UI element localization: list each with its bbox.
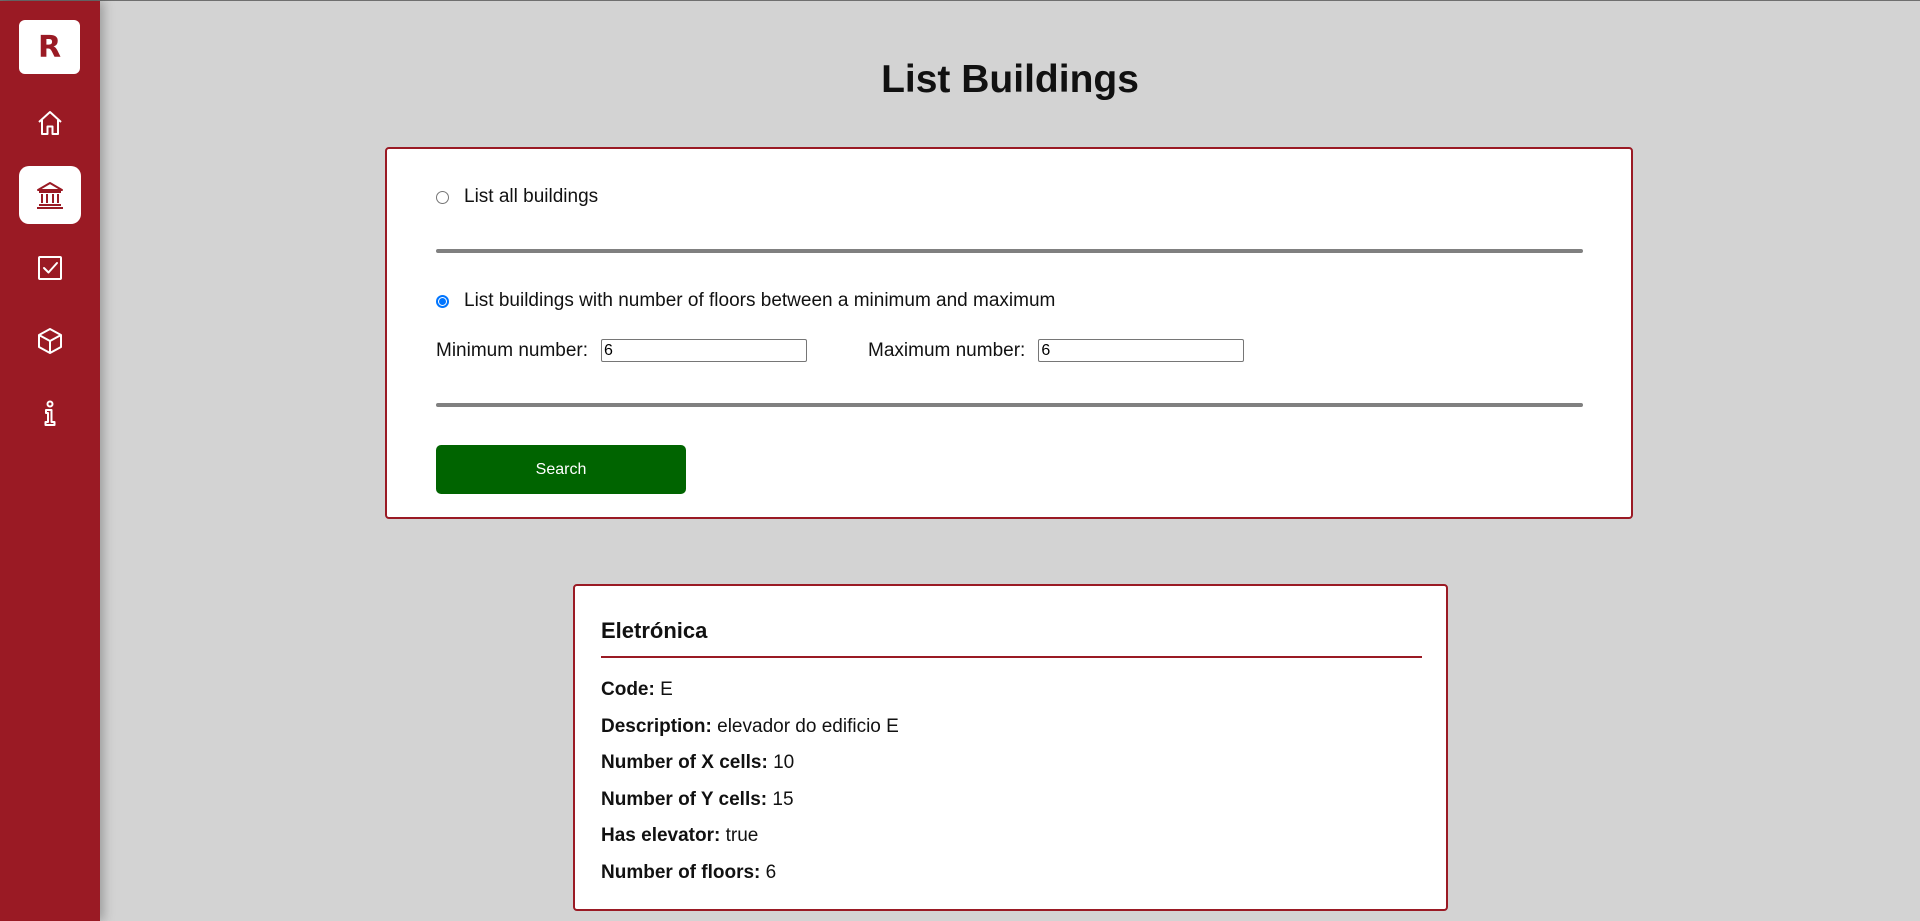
detail-code-value: E [660,679,673,700]
sidebar-item-info[interactable] [19,384,81,442]
detail-y-cells-label: Number of Y cells: [601,789,768,810]
option-list-range-label: List buildings with number of floors bet… [464,290,1056,311]
min-floors-label: Minimum number: [436,339,589,361]
detail-code-label: Code: [601,679,655,700]
result-divider [601,656,1422,658]
sidebar: R [0,1,100,921]
sidebar-item-3d-view[interactable] [19,312,81,370]
detail-has-elevator-label: Has elevator: [601,825,721,846]
detail-description: Description: elevador do edificio E [601,716,899,738]
detail-has-elevator-value: true [725,825,759,846]
home-icon [38,111,62,135]
detail-floors-value: 6 [765,862,777,883]
building-result-card: Eletrónica Code: E Description: elevador… [573,584,1448,911]
building-name: Eletrónica [601,618,708,643]
sidebar-item-buildings[interactable] [19,166,81,224]
building-icon [37,182,63,209]
info-icon [44,400,56,426]
search-button[interactable]: Search [436,445,686,494]
detail-has-elevator: Has elevator: true [601,825,758,847]
min-floors-field: Minimum number: [436,339,808,362]
max-floors-input[interactable] [1038,339,1245,362]
logo-letter: R [37,29,62,65]
detail-x-cells: Number of X cells: 10 [601,752,794,774]
window-top-border [0,0,1920,1]
option-list-range[interactable]: List buildings with number of floors bet… [436,290,1055,312]
detail-description-value: elevador do edificio E [717,716,899,737]
min-floors-input[interactable] [601,339,808,362]
checkbox-icon [38,256,62,280]
max-floors-field: Maximum number: [868,339,1245,362]
detail-y-cells-value: 15 [772,789,794,810]
section-divider [436,249,1583,253]
cube-icon [38,328,62,354]
option-list-all[interactable]: List all buildings [436,186,598,208]
detail-code: Code: E [601,679,673,701]
page-title: List Buildings [881,58,1139,101]
detail-description-label: Description: [601,716,712,737]
detail-floors-label: Number of floors: [601,862,761,883]
option-list-all-label: List all buildings [464,186,599,207]
search-form-card: List all buildings List buildings with n… [385,147,1633,519]
sidebar-item-tasks[interactable] [19,239,81,297]
app-logo[interactable]: R [19,20,80,74]
section-divider [436,403,1583,407]
detail-y-cells: Number of Y cells: 15 [601,789,794,811]
radio-list-range[interactable] [436,294,449,308]
sidebar-item-home[interactable] [19,94,81,152]
radio-list-all[interactable] [436,190,449,204]
detail-x-cells-value: 10 [773,752,795,773]
detail-x-cells-label: Number of X cells: [601,752,768,773]
max-floors-label: Maximum number: [868,339,1026,361]
detail-floors: Number of floors: 6 [601,862,776,884]
